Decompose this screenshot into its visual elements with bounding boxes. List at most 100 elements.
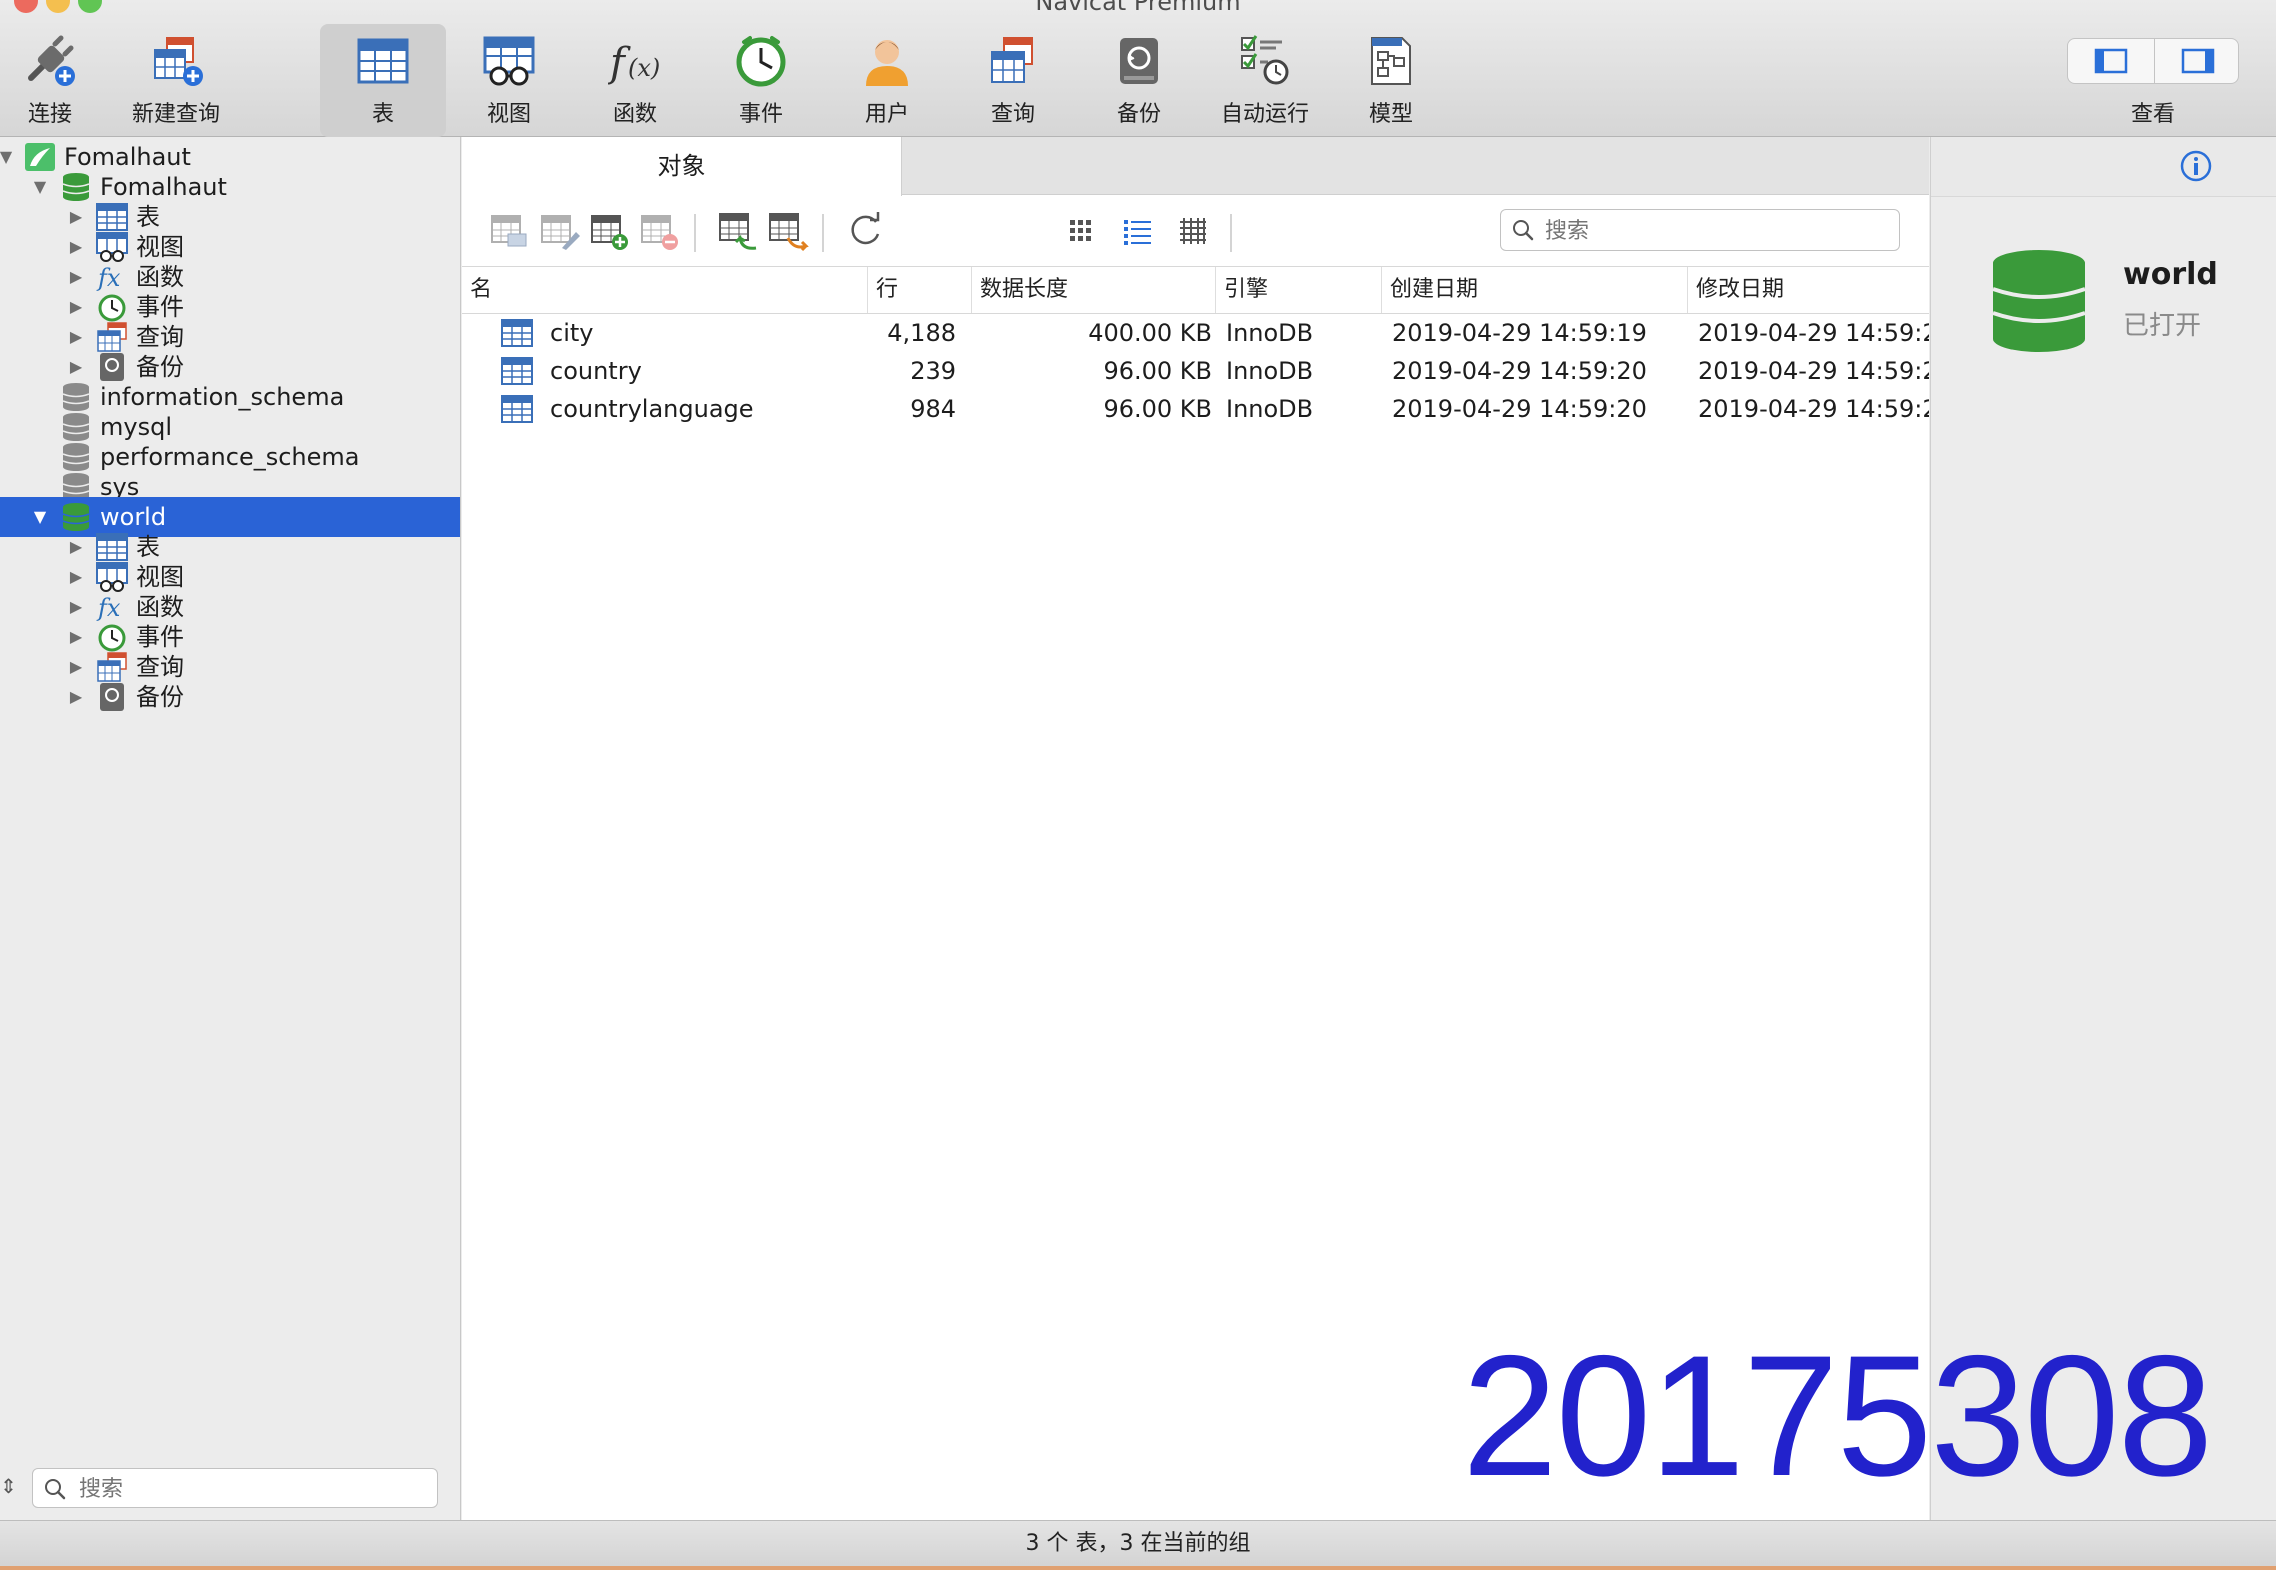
functions-label: 函数: [612, 102, 657, 127]
table-icon: [357, 38, 409, 84]
toolbar-separator: [822, 214, 824, 252]
status-bar: 3 个 表，3 在当前的组: [0, 1520, 2276, 1570]
events-button[interactable]: 事件: [698, 24, 824, 134]
info-panel-header: [1931, 137, 2276, 197]
database-open-icon: [1992, 250, 2086, 352]
window-bottom-edge: [0, 1566, 2276, 1570]
plug-icon: [28, 35, 75, 86]
info-panel: world 已打开: [1930, 137, 2276, 1520]
icon-view-icon[interactable]: [1058, 208, 1104, 254]
left-panel-icon: [2094, 48, 2128, 74]
cell-name: city: [550, 319, 594, 347]
object-search-field[interactable]: [1500, 209, 1900, 251]
column-header-rows[interactable]: 行: [868, 267, 972, 313]
cell-engine: InnoDB: [1226, 319, 1314, 347]
navigation-sidebar: ▼ Fomalhaut ▼ Fomalhaut ▶ 表 ▶ 视图 ▶ fx 函数…: [0, 137, 461, 1520]
users-button[interactable]: 用户: [824, 24, 950, 134]
automation-label: 自动运行: [1220, 102, 1309, 127]
toolbar-separator: [1230, 214, 1232, 252]
connect-button[interactable]: 连接: [0, 24, 113, 134]
table-row[interactable]: city 4,188 400.00 KB InnoDB 2019-04-29 1…: [462, 314, 1929, 352]
automation-icon: [1241, 35, 1289, 85]
cell-rows: 239: [910, 357, 956, 385]
table-icon: [501, 319, 533, 347]
refresh-icon[interactable]: [842, 208, 888, 254]
cell-create-time: 2019-04-29 14:59:20: [1392, 357, 1647, 385]
backup-button[interactable]: 备份: [1076, 24, 1202, 134]
cell-name: countrylanguage: [550, 395, 754, 423]
model-icon: [1371, 37, 1411, 85]
functions-button[interactable]: f (x) 函数: [572, 24, 698, 134]
column-header-update-time[interactable]: 修改日期: [1688, 267, 1929, 313]
cell-update-time: 2019-04-29 14:59:2: [1698, 319, 1929, 347]
export-wizard-icon[interactable]: [764, 208, 810, 254]
events-label: 事件: [738, 102, 783, 127]
toggle-info-panel-button[interactable]: [2154, 39, 2240, 83]
users-label: 用户: [864, 102, 909, 127]
user-icon: [866, 40, 908, 86]
views-button[interactable]: 视图: [446, 24, 572, 134]
backup-label: 备份: [1116, 102, 1161, 127]
query-icon: [991, 37, 1033, 83]
tab-bar: 对象: [462, 137, 1929, 196]
cell-create-time: 2019-04-29 14:59:19: [1392, 319, 1647, 347]
svg-text:(x): (x): [628, 54, 660, 82]
sidebar-search-field[interactable]: [32, 1468, 438, 1508]
watermark-text: 20175308: [1462, 1320, 2213, 1512]
cell-create-time: 2019-04-29 14:59:20: [1392, 395, 1647, 423]
column-header-create-time[interactable]: 创建日期: [1382, 267, 1688, 313]
info-object-status: 已打开: [2123, 311, 2202, 341]
sidebar-search-input[interactable]: [79, 1475, 429, 1503]
toolbar-separator: [694, 214, 696, 252]
table-icon: [501, 357, 533, 385]
tab-objects[interactable]: 对象: [462, 137, 902, 196]
tree-world-backups[interactable]: ▶ 备份: [0, 677, 460, 717]
object-pane: 对象 搜索 名 行 数据长度 引擎 创建日期 修改日期 city 4,188 4…: [462, 137, 1929, 1520]
view-icon: [483, 36, 535, 86]
list-view-icon[interactable]: [1114, 208, 1160, 254]
cell-engine: InnoDB: [1226, 395, 1314, 423]
column-header-name[interactable]: 名: [462, 267, 868, 313]
clock-icon: [736, 36, 786, 87]
table-icon: [501, 395, 533, 423]
views-label: 视图: [486, 102, 531, 127]
object-toolbar: [462, 196, 1929, 266]
cell-data-length: 96.00 KB: [1103, 395, 1212, 423]
view-toggle-group: [2067, 38, 2239, 84]
table-row[interactable]: country 239 96.00 KB InnoDB 2019-04-29 1…: [462, 352, 1929, 390]
cell-name: country: [550, 357, 642, 385]
object-list: city 4,188 400.00 KB InnoDB 2019-04-29 1…: [462, 314, 1929, 434]
queries-label: 查询: [990, 102, 1035, 127]
view-label: 查看: [2130, 102, 2175, 127]
backup-icon: [100, 683, 124, 711]
cell-update-time: 2019-04-29 14:59:2: [1698, 395, 1929, 423]
tables-button[interactable]: 表: [320, 24, 446, 137]
new-query-button[interactable]: 新建查询: [113, 24, 239, 134]
function-icon: f (x): [608, 40, 660, 86]
automation-button[interactable]: 自动运行: [1202, 24, 1328, 134]
new-table-icon[interactable]: [586, 208, 632, 254]
toggle-sidebar-button[interactable]: [2068, 39, 2154, 83]
object-search-input[interactable]: [1545, 217, 1885, 245]
cell-data-length: 400.00 KB: [1088, 319, 1212, 347]
table-row[interactable]: countrylanguage 984 96.00 KB InnoDB 2019…: [462, 390, 1929, 428]
design-table-icon[interactable]: [536, 208, 582, 254]
queries-button[interactable]: 查询: [950, 24, 1076, 134]
tables-label: 表: [371, 102, 394, 127]
delete-table-icon[interactable]: [636, 208, 682, 254]
detail-view-icon[interactable]: [1170, 208, 1216, 254]
right-panel-icon: [2181, 48, 2215, 74]
import-wizard-icon[interactable]: [714, 208, 760, 254]
sidebar-resize-handle[interactable]: ⇕: [0, 1474, 17, 1504]
cell-update-time: 2019-04-29 14:59:2: [1698, 357, 1929, 385]
connect-label: 连接: [27, 102, 72, 127]
disclosure-closed-icon[interactable]: ▶: [66, 677, 86, 717]
object-list-header: 名 行 数据长度 引擎 创建日期 修改日期: [462, 266, 1929, 314]
open-table-icon[interactable]: [486, 208, 532, 254]
column-header-data-length[interactable]: 数据长度: [972, 267, 1216, 313]
model-button[interactable]: 模型: [1328, 24, 1454, 134]
column-header-engine[interactable]: 引擎: [1216, 267, 1382, 313]
main-toolbar: Navicat Premium 连接 新建查询 表 视图 f (x) 函数 事件…: [0, 0, 2276, 137]
info-icon[interactable]: [2179, 149, 2213, 183]
search-icon: [45, 1479, 66, 1500]
